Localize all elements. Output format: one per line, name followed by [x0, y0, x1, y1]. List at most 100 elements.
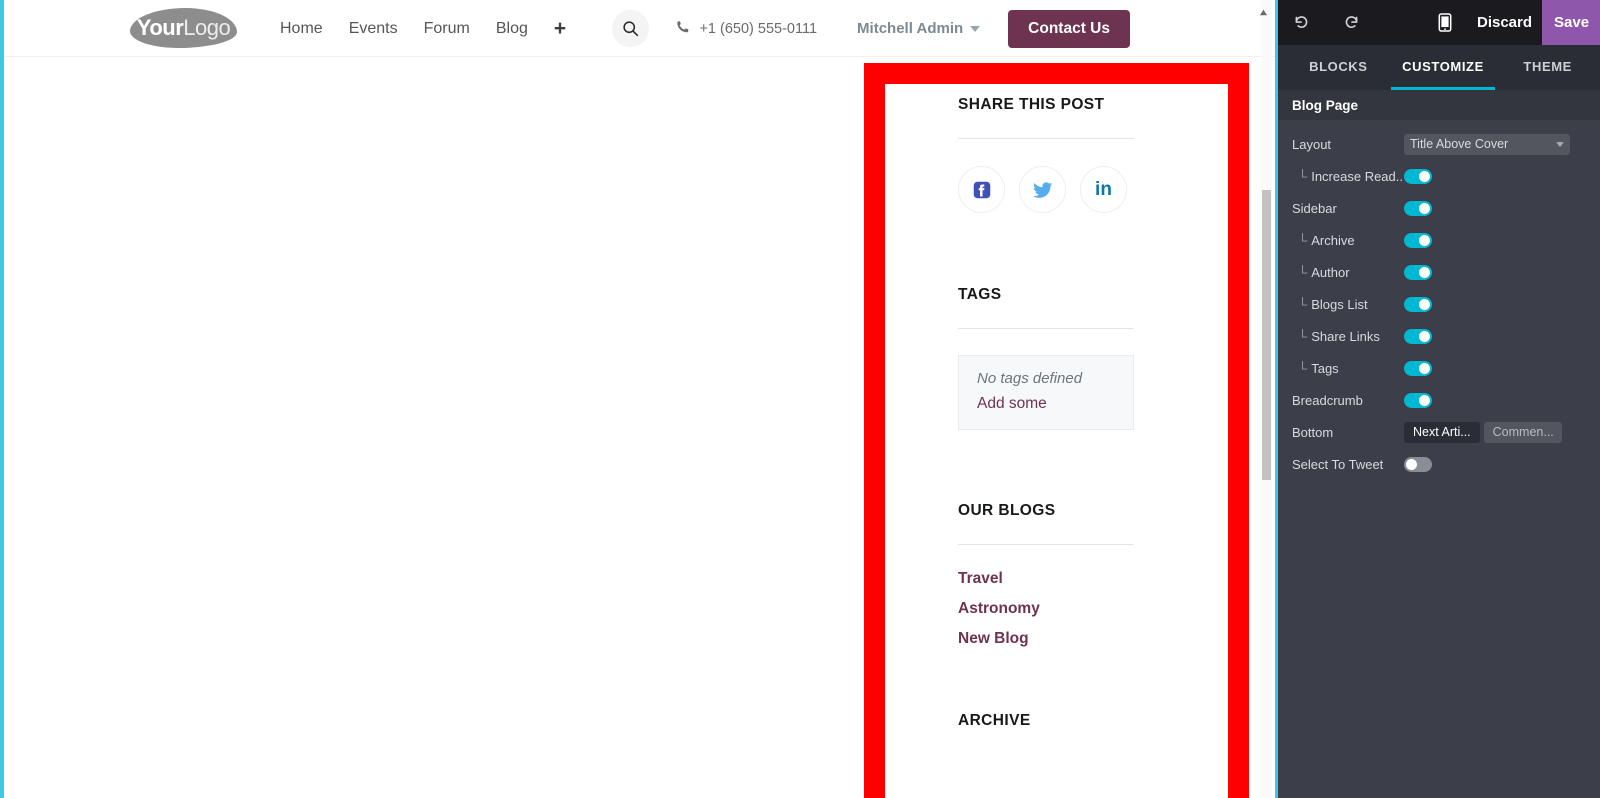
contact-us-button[interactable]: Contact Us	[1008, 10, 1130, 48]
logo-light: Logo	[183, 15, 230, 40]
nav-item-home[interactable]: Home	[267, 0, 336, 57]
nav-add-page-button[interactable]: +	[541, 0, 579, 57]
option-label-bottom: Bottom	[1292, 425, 1404, 440]
option-label-sidebar: Sidebar	[1292, 201, 1404, 216]
option-label-text: Tags	[1311, 361, 1338, 376]
website-preview-iframe: YourLogo Home Events Forum Blog +	[0, 0, 1278, 798]
chevron-down-icon	[970, 26, 980, 32]
bottom-next-article-button[interactable]: Next Arti...	[1404, 422, 1480, 443]
site-header: YourLogo Home Events Forum Blog +	[4, 0, 1275, 57]
toggle-archive[interactable]	[1404, 233, 1432, 248]
social-share-links: in	[958, 166, 1134, 213]
option-label-tags: └ Tags	[1292, 361, 1404, 376]
option-label-layout: Layout	[1292, 137, 1404, 152]
logo-text: YourLogo	[137, 17, 230, 39]
toggle-knob	[1419, 171, 1430, 182]
option-row-increase-readability: └ Increase Read...	[1278, 160, 1600, 192]
tab-theme[interactable]: THEME	[1495, 45, 1600, 90]
app-root: YourLogo Home Events Forum Blog +	[0, 0, 1600, 798]
linkedin-glyph: in	[1095, 179, 1112, 201]
add-tags-link[interactable]: Add some	[977, 395, 1047, 413]
discard-button[interactable]: Discard	[1477, 14, 1532, 31]
toggle-knob	[1419, 395, 1430, 406]
toggle-increase-readability[interactable]	[1404, 169, 1432, 184]
header-right-group: +1 (650) 555-0111 Mitchell Admin Contact…	[612, 0, 1130, 57]
option-label-text: Author	[1311, 265, 1349, 280]
toggle-knob	[1419, 363, 1430, 374]
toggle-knob	[1419, 299, 1430, 310]
option-row-select-to-tweet: Select To Tweet	[1278, 448, 1600, 480]
option-row-author: └ Author	[1278, 256, 1600, 288]
tags-divider	[958, 328, 1134, 329]
phone-icon	[676, 20, 690, 38]
tree-branch-icon: └	[1298, 329, 1307, 344]
option-label-archive: └ Archive	[1292, 233, 1404, 248]
layout-select[interactable]: Title Above Cover	[1404, 134, 1570, 155]
toggle-tags[interactable]	[1404, 361, 1432, 376]
main-navigation: Home Events Forum Blog +	[267, 0, 579, 57]
nav-item-blog[interactable]: Blog	[483, 0, 541, 57]
blog-link-new-blog[interactable]: New Blog	[958, 630, 1134, 648]
option-label-text: Increase Read...	[1311, 169, 1404, 184]
scroll-up-arrow-icon[interactable]	[1259, 4, 1268, 13]
nav-item-forum[interactable]: Forum	[411, 0, 483, 57]
website-editor-panel: Discard Save BLOCKS CUSTOMIZE THEME Blog…	[1278, 0, 1600, 798]
search-icon[interactable]	[612, 10, 649, 47]
linkedin-share-icon[interactable]: in	[1080, 166, 1127, 213]
toggle-share-links[interactable]	[1404, 329, 1432, 344]
option-label-author: └ Author	[1292, 265, 1404, 280]
redo-icon[interactable]	[1334, 6, 1368, 40]
tab-blocks[interactable]: BLOCKS	[1286, 45, 1391, 90]
blog-link-travel[interactable]: Travel	[958, 570, 1134, 588]
blogs-list: Travel Astronomy New Blog	[958, 570, 1134, 648]
toggle-knob	[1419, 203, 1430, 214]
blog-sidebar: SHARE THIS POST in	[958, 96, 1134, 730]
phone-number-link[interactable]: +1 (650) 555-0111	[676, 20, 817, 38]
tags-empty-box: No tags defined Add some	[958, 355, 1134, 430]
toggle-sidebar[interactable]	[1404, 201, 1432, 216]
toggle-breadcrumb[interactable]	[1404, 393, 1432, 408]
preview-scrollbar-thumb[interactable]	[1262, 190, 1271, 480]
option-label-select-to-tweet: Select To Tweet	[1292, 457, 1404, 472]
tree-branch-icon: └	[1298, 169, 1307, 184]
share-post-heading: SHARE THIS POST	[958, 96, 1134, 114]
tree-branch-icon: └	[1298, 297, 1307, 312]
tree-branch-icon: └	[1298, 265, 1307, 280]
chevron-down-icon	[1556, 142, 1564, 147]
save-button[interactable]: Save	[1542, 0, 1600, 45]
nav-item-events[interactable]: Events	[336, 0, 411, 57]
option-label-text: Archive	[1311, 233, 1354, 248]
customize-options-list: Layout Title Above Cover └ Increase Read.…	[1278, 120, 1600, 480]
option-label-blogs-list: └ Blogs List	[1292, 297, 1404, 312]
mobile-preview-icon[interactable]	[1428, 6, 1462, 40]
toggle-select-to-tweet[interactable]	[1404, 457, 1432, 472]
bottom-button-group: Next Arti... Commen...	[1404, 422, 1562, 443]
site-logo[interactable]: YourLogo	[130, 8, 237, 48]
bottom-comments-button[interactable]: Commen...	[1484, 422, 1562, 443]
toggle-knob	[1419, 267, 1430, 278]
panel-title: Blog Page	[1278, 90, 1600, 120]
share-divider	[958, 138, 1134, 139]
option-label-increase-readability: └ Increase Read...	[1292, 169, 1404, 184]
blog-link-astronomy[interactable]: Astronomy	[958, 600, 1134, 618]
toggle-knob	[1406, 459, 1417, 470]
option-row-tags: └ Tags	[1278, 352, 1600, 384]
user-menu[interactable]: Mitchell Admin	[857, 20, 980, 37]
tree-branch-icon: └	[1298, 233, 1307, 248]
facebook-share-icon[interactable]	[958, 166, 1005, 213]
tab-customize[interactable]: CUSTOMIZE	[1391, 45, 1496, 90]
toggle-blogs-list[interactable]	[1404, 297, 1432, 312]
option-row-share-links: └ Share Links	[1278, 320, 1600, 352]
option-row-sidebar: Sidebar	[1278, 192, 1600, 224]
user-name-label: Mitchell Admin	[857, 20, 963, 37]
toggle-author[interactable]	[1404, 265, 1432, 280]
option-row-layout: Layout Title Above Cover	[1278, 128, 1600, 160]
option-label-text: Blogs List	[1311, 297, 1367, 312]
toggle-knob	[1419, 235, 1430, 246]
our-blogs-heading: OUR BLOGS	[958, 502, 1134, 520]
option-label-breadcrumb: Breadcrumb	[1292, 393, 1404, 408]
tree-branch-icon: └	[1298, 361, 1307, 376]
twitter-share-icon[interactable]	[1019, 166, 1066, 213]
option-label-text: Share Links	[1311, 329, 1380, 344]
undo-icon[interactable]	[1284, 6, 1318, 40]
